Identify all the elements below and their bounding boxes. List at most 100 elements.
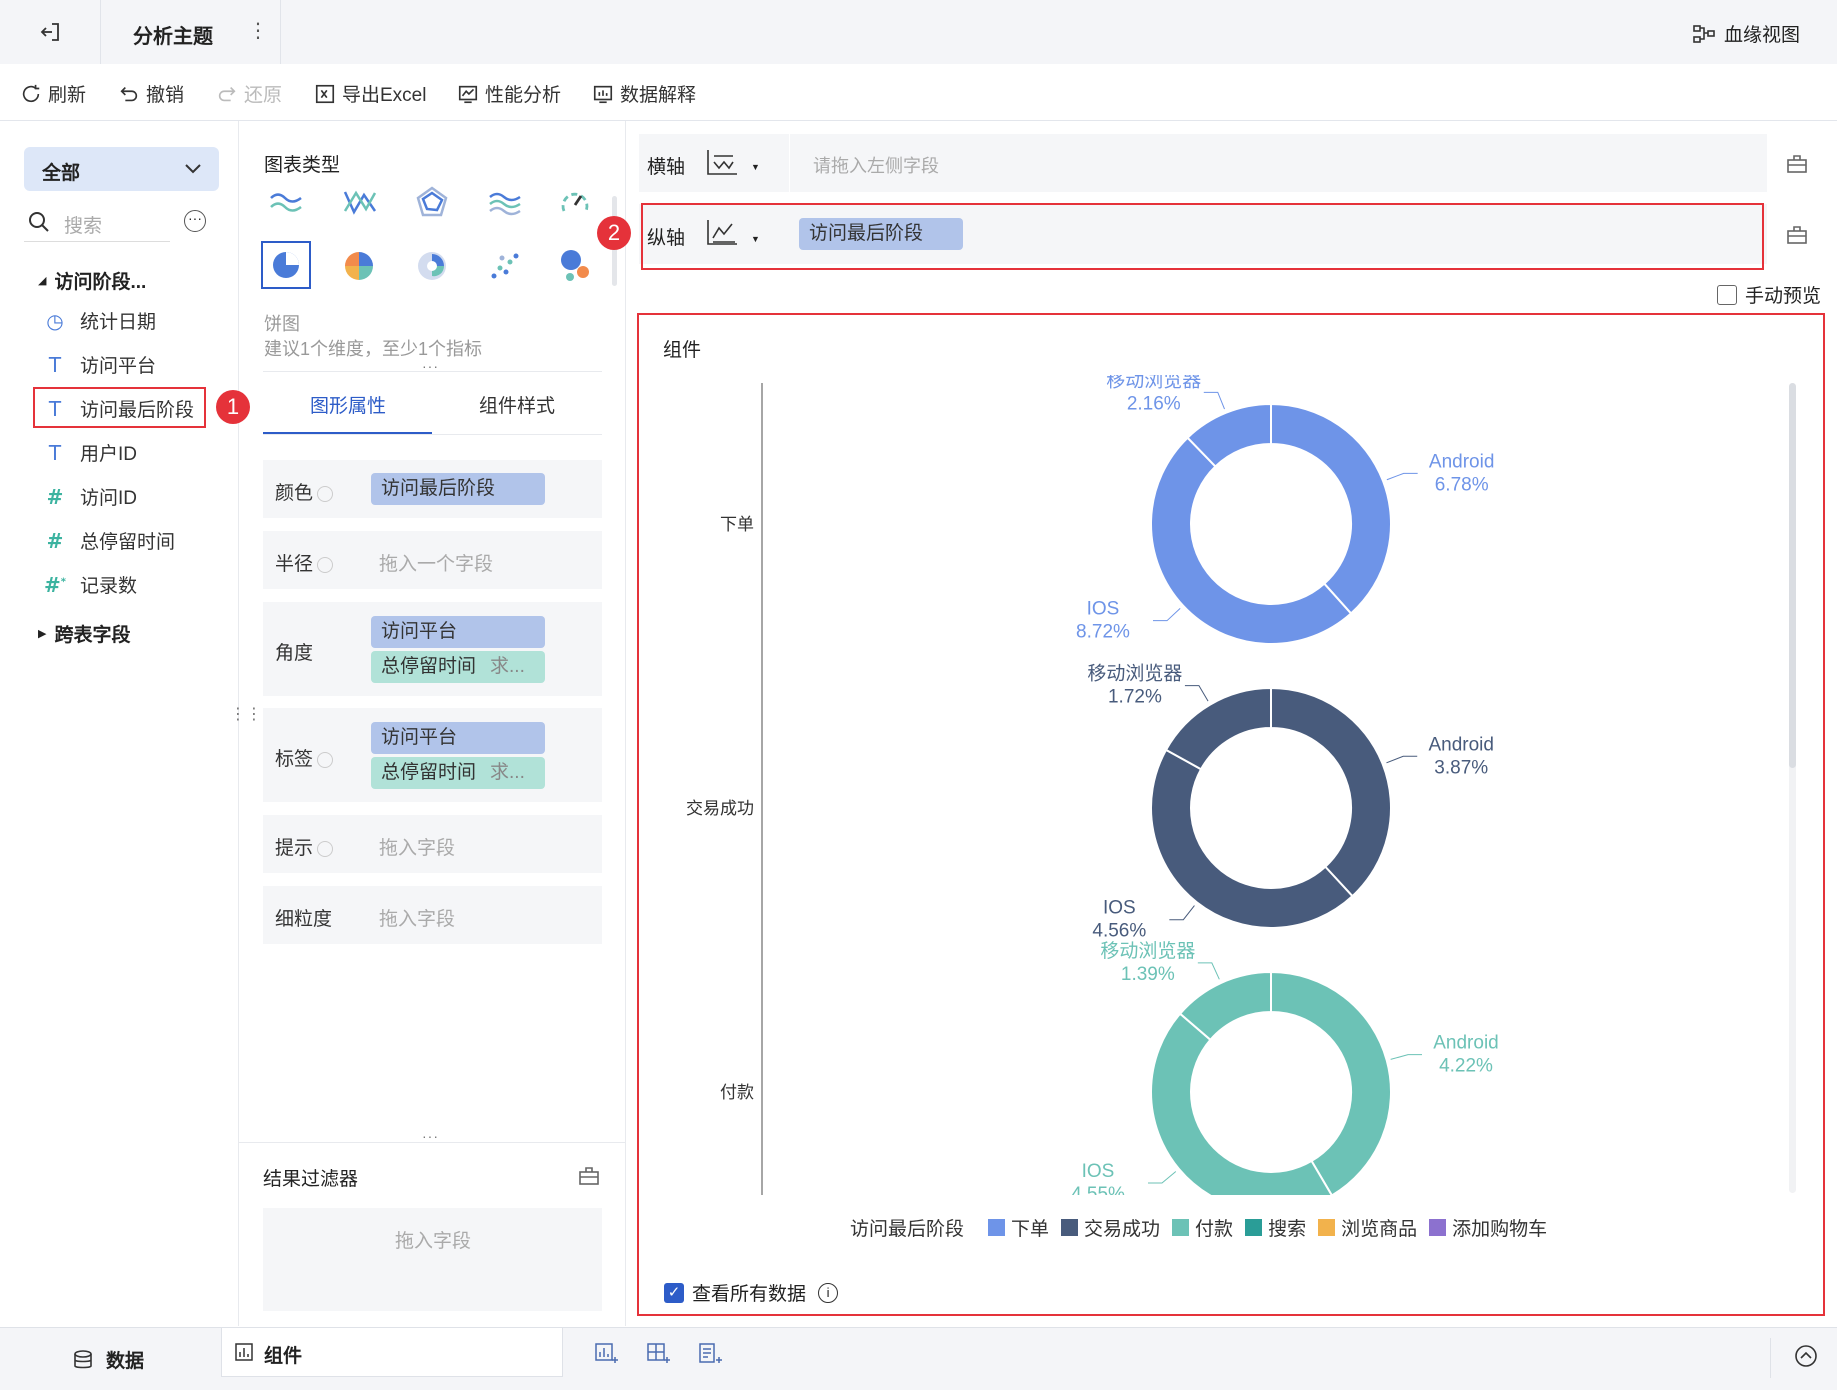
field-item[interactable]: # 总停留时间	[44, 527, 175, 554]
multi-pie-chart-icon[interactable]	[343, 250, 375, 282]
info-icon[interactable]: i	[818, 1282, 839, 1303]
label-measure-name: 总停留时间	[381, 762, 477, 783]
angle-property-row[interactable]: 角度 访问平台 总停留时间 求...	[263, 602, 602, 696]
tab-component[interactable]: 组件	[221, 1328, 563, 1377]
legend-item[interactable]: 浏览商品	[1318, 1214, 1417, 1241]
x-axis-placeholder[interactable]: 请拖入左侧字段	[813, 152, 939, 178]
performance-analysis-button[interactable]: 性能分析	[457, 80, 561, 107]
add-story-icon[interactable]	[698, 1342, 722, 1366]
text-type-icon: T	[48, 352, 62, 377]
chart-legend: 访问最后阶段 下单 交易成功 付款 搜索 浏览商品 添加购物车	[850, 1214, 1547, 1241]
undo-label: 撤销	[146, 85, 185, 106]
field-item[interactable]: #* 记录数	[44, 571, 137, 598]
y-axis-category-label: 下单	[720, 515, 754, 534]
add-dashboard-icon[interactable]	[646, 1342, 670, 1366]
chart-scrollbar-thumb[interactable]	[1789, 383, 1796, 768]
bubble-chart-icon[interactable]	[558, 247, 592, 283]
undo-button[interactable]: 撤销	[118, 80, 184, 107]
result-filter-placeholder: 拖入字段	[395, 1231, 472, 1252]
label-measure-pill[interactable]: 总停留时间 求...	[371, 757, 545, 789]
angle-measure-name: 总停留时间	[381, 656, 477, 677]
tab-graphic-properties[interactable]: 图形属性	[310, 391, 386, 418]
refresh-label: 刷新	[48, 85, 87, 106]
legend-item[interactable]: 下单	[988, 1214, 1049, 1241]
field-item[interactable]: # 访问ID	[44, 483, 137, 510]
dataset-select[interactable]: 全部	[24, 147, 219, 191]
color-field-pill[interactable]: 访问最后阶段	[371, 473, 545, 505]
settings-icon[interactable]	[317, 751, 334, 768]
legend-item[interactable]: 付款	[1172, 1214, 1233, 1241]
angle-dimension-pill[interactable]: 访问平台	[371, 616, 545, 648]
axis-sort-icon[interactable]	[705, 148, 739, 178]
donut-chart: 下单Android6.78%IOS8.72%移动浏览器2.16%交易成功Andr…	[686, 375, 1499, 1195]
radius-label: 半径	[275, 549, 334, 576]
settings-icon[interactable]	[317, 556, 334, 573]
search-input[interactable]: 搜索	[24, 203, 170, 242]
toolbox-icon[interactable]	[1786, 154, 1808, 174]
granularity-property-row[interactable]: 细粒度 拖入字段	[263, 886, 602, 944]
add-component-icon[interactable]	[594, 1342, 618, 1366]
redo-button[interactable]: 还原	[216, 80, 282, 107]
settings-icon[interactable]	[317, 840, 334, 857]
field-panel: 全部 搜索 ··· ◢ 访问阶段... ◷ 统计日期 T 访问平台 T 访问最后阶段 …	[0, 121, 262, 1326]
area-chart-icon[interactable]	[268, 187, 304, 217]
result-filter-dropzone[interactable]: 拖入字段	[263, 1208, 602, 1311]
slice-label-value: 4.22%	[1439, 1056, 1493, 1077]
slice-label-value: 4.56%	[1092, 921, 1146, 942]
data-explain-button[interactable]: 数据解释	[592, 80, 696, 107]
export-excel-button[interactable]: 导出Excel	[314, 80, 426, 107]
tab-component-style[interactable]: 组件样式	[479, 391, 555, 418]
slice-label-name: Android	[1429, 451, 1495, 472]
chart-scrollbar-track[interactable]	[1789, 383, 1796, 1193]
slice-label-name: IOS	[1103, 898, 1136, 919]
label-property-row[interactable]: 标签 访问平台 总停留时间 求...	[263, 708, 602, 802]
angle-aggregation: 求...	[490, 656, 525, 677]
field-item[interactable]: T 访问平台	[44, 351, 156, 378]
field-item[interactable]: ◷ 统计日期	[44, 307, 156, 334]
legend-item[interactable]: 搜索	[1245, 1214, 1306, 1241]
export-icon	[315, 84, 335, 103]
lineage-icon	[1693, 24, 1715, 43]
field-item[interactable]: T 用户ID	[44, 439, 137, 466]
scatter-chart-icon[interactable]	[488, 250, 520, 282]
legend-swatch	[1061, 1219, 1079, 1236]
color-property-row[interactable]: 颜色 访问最后阶段	[263, 460, 602, 518]
toolbox-icon[interactable]	[578, 1166, 600, 1186]
undo-icon	[120, 86, 138, 101]
legend-item[interactable]: 添加购物车	[1429, 1214, 1547, 1241]
manual-preview-checkbox[interactable]: 手动预览	[1717, 281, 1821, 308]
radar-chart-icon[interactable]	[415, 185, 449, 219]
slice-label-name: Android	[1433, 1033, 1499, 1054]
toolbox-icon[interactable]	[1786, 225, 1808, 245]
tooltip-property-row[interactable]: 提示 拖入字段	[263, 815, 602, 873]
field-group-toggle[interactable]: ◢ 访问阶段...	[38, 267, 146, 294]
stream-chart-icon[interactable]	[487, 187, 523, 217]
database-icon	[74, 1349, 92, 1368]
slice-label-value: 1.72%	[1108, 687, 1162, 708]
legend-label: 浏览商品	[1341, 1219, 1418, 1240]
angle-measure-pill[interactable]: 总停留时间 求...	[371, 651, 545, 683]
lineage-view-button[interactable]: 血缘视图	[1692, 20, 1800, 47]
dropdown-caret-icon[interactable]: ▼	[751, 162, 760, 172]
checkbox-unchecked-icon	[1717, 284, 1737, 305]
rose-chart-icon[interactable]	[416, 250, 448, 282]
settings-icon[interactable]	[317, 485, 334, 502]
collapse-up-icon[interactable]	[1794, 1344, 1818, 1368]
refresh-button[interactable]: 刷新	[20, 80, 86, 107]
pie-chart-type-selected[interactable]	[261, 241, 311, 289]
exit-icon[interactable]	[38, 20, 62, 44]
redo-label: 还原	[244, 85, 283, 106]
dataset-select-value: 全部	[42, 163, 81, 184]
label-dimension-pill[interactable]: 访问平台	[371, 722, 545, 754]
tab-data[interactable]: 数据	[72, 1346, 144, 1373]
more-actions-icon[interactable]: ···	[184, 210, 206, 232]
label-leader-line	[1184, 685, 1209, 702]
view-all-data-checkbox[interactable]: ✓ 查看所有数据 i	[664, 1279, 839, 1306]
more-options-icon[interactable]: ⋮	[248, 18, 268, 43]
chart-component-icon	[235, 1343, 253, 1361]
gauge-chart-icon[interactable]	[558, 187, 592, 217]
legend-item[interactable]: 交易成功	[1061, 1214, 1160, 1241]
line-chart-icon[interactable]	[342, 187, 378, 217]
radius-property-row[interactable]: 半径 拖入一个字段	[263, 531, 602, 589]
cross-table-group-toggle[interactable]: ▶ 跨表字段	[38, 620, 130, 647]
